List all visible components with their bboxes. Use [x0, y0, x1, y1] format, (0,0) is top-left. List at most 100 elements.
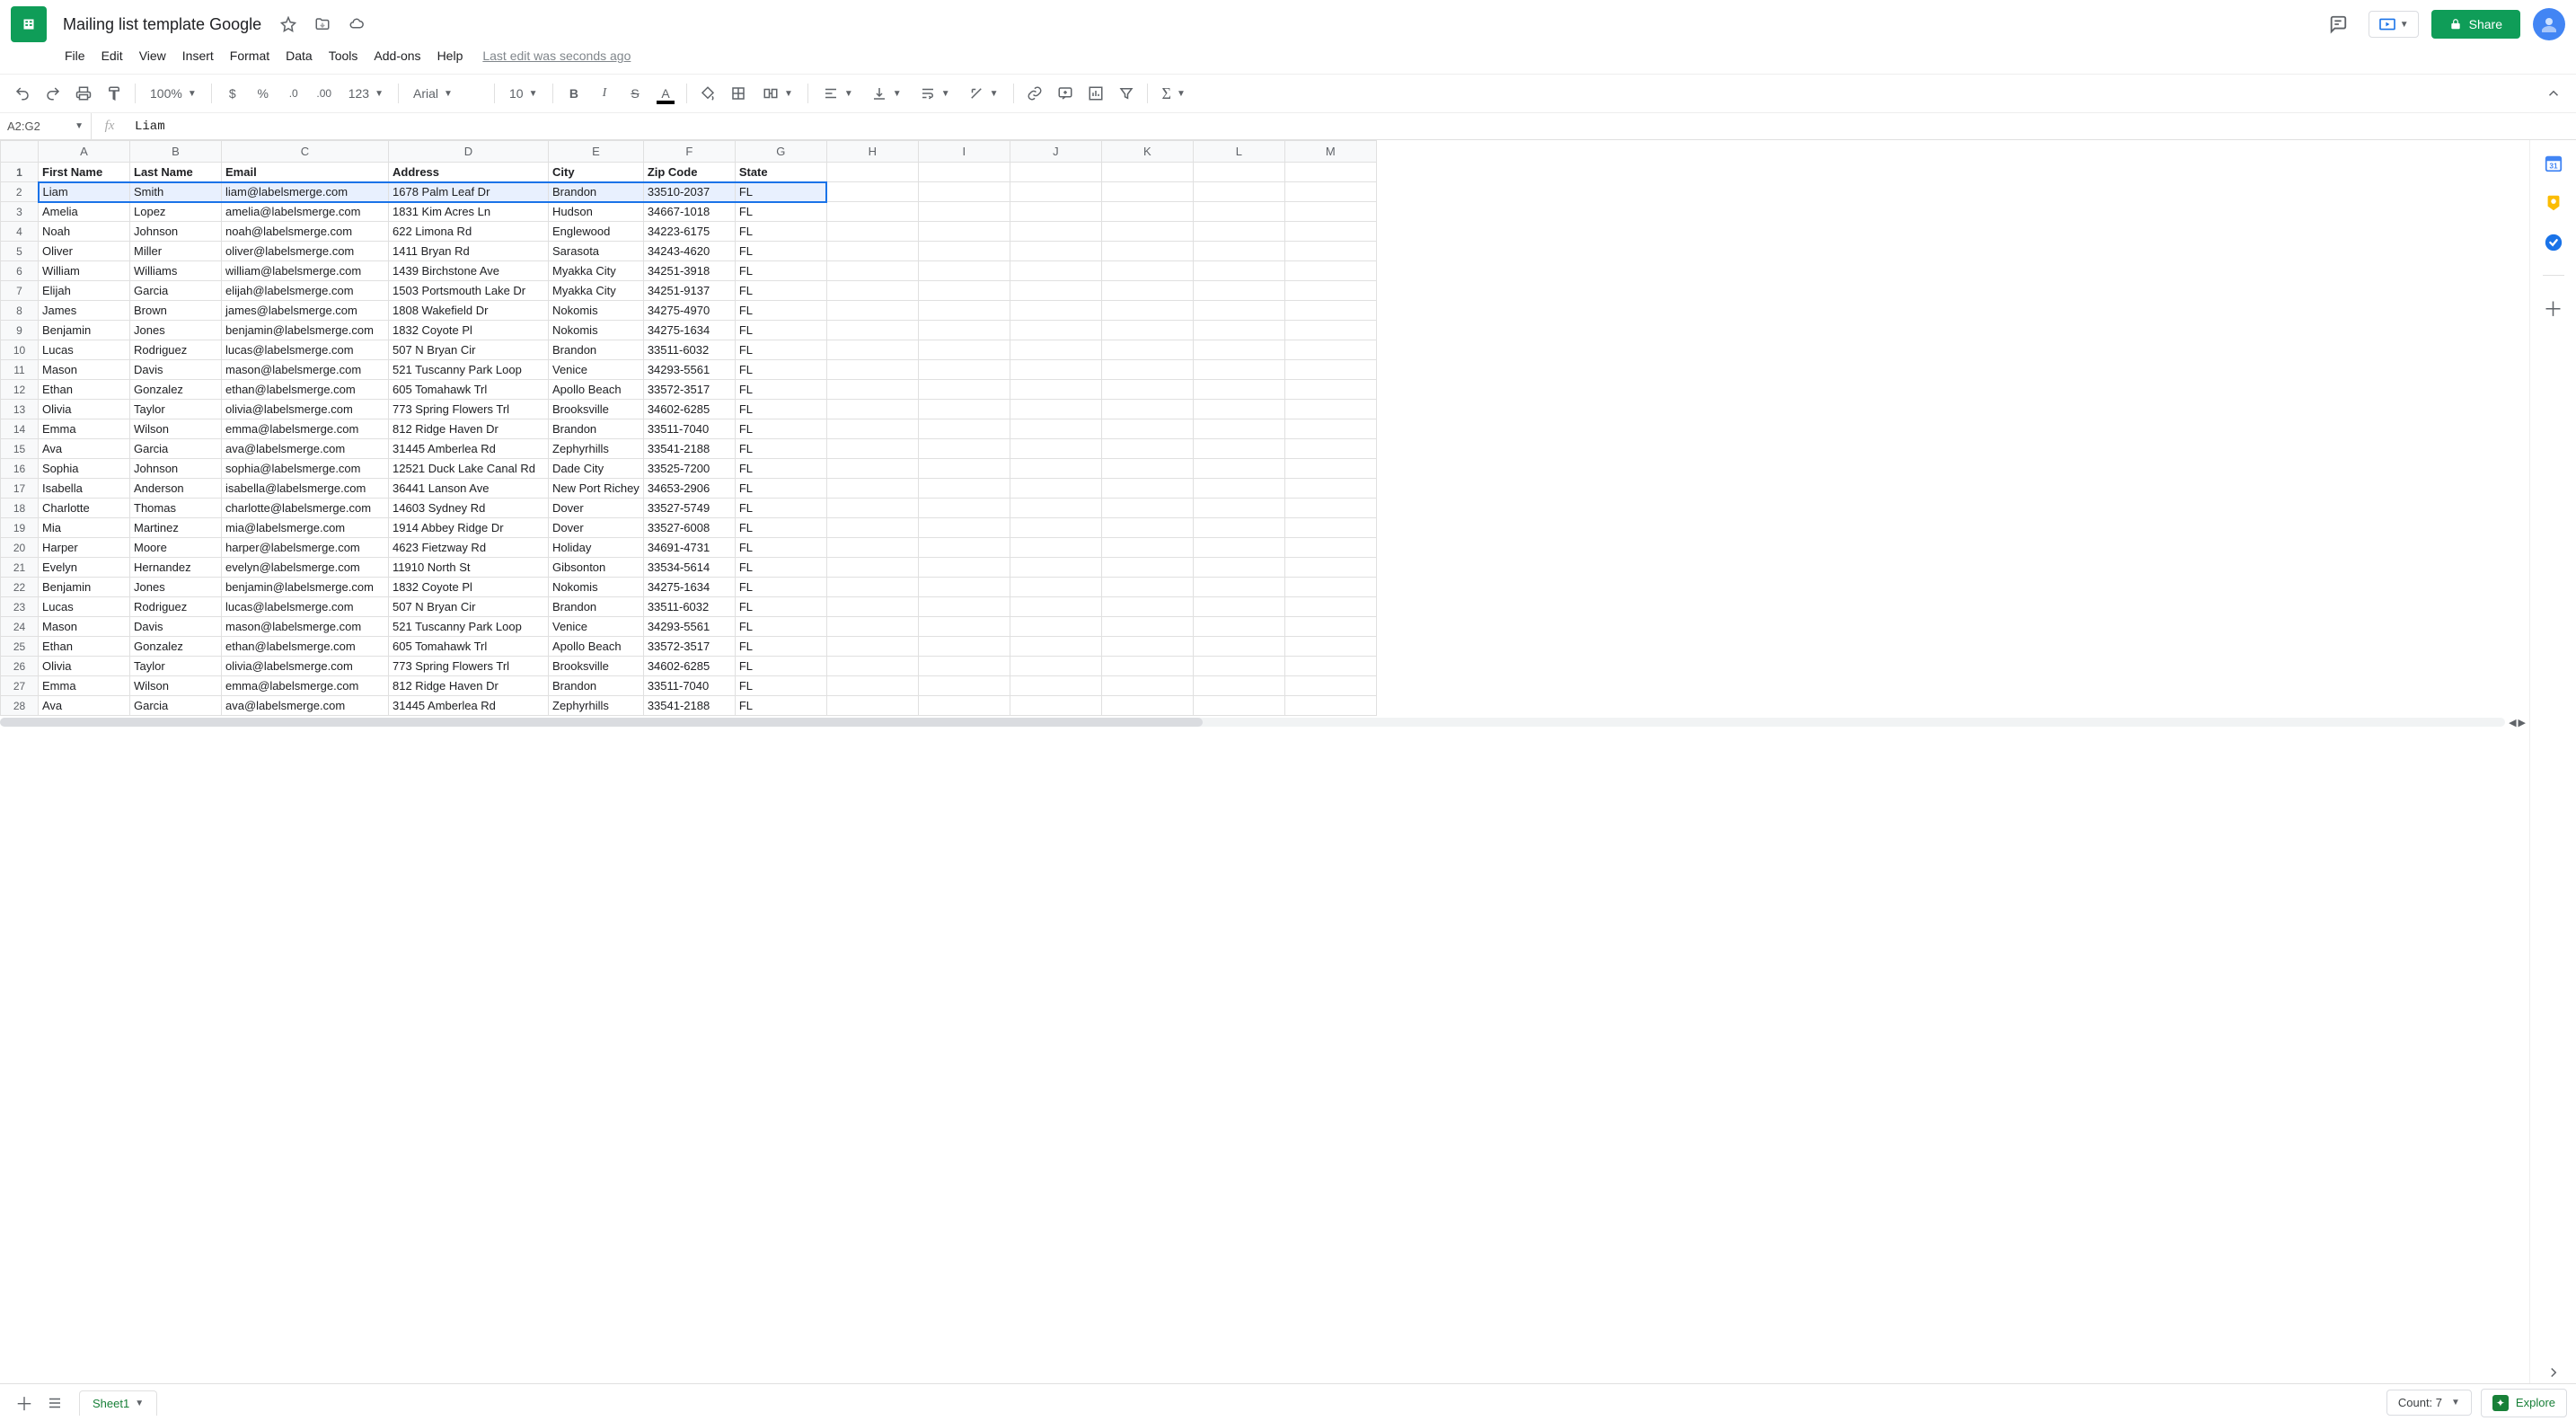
cell[interactable] [1284, 676, 1376, 696]
cell[interactable] [918, 321, 1010, 340]
borders-icon[interactable] [725, 80, 752, 107]
cell[interactable] [918, 578, 1010, 597]
cell[interactable] [1284, 182, 1376, 202]
cell[interactable] [826, 439, 918, 459]
row-header[interactable]: 21 [1, 558, 39, 578]
cell[interactable]: Isabella [39, 479, 130, 499]
cell[interactable] [826, 578, 918, 597]
cell[interactable]: 1831 Kim Acres Ln [389, 202, 549, 222]
row-header[interactable]: 6 [1, 261, 39, 281]
cell[interactable] [1010, 182, 1101, 202]
row-header[interactable]: 12 [1, 380, 39, 400]
cell[interactable]: benjamin@labelsmerge.com [222, 321, 389, 340]
cell[interactable] [1101, 261, 1193, 281]
cell[interactable]: FL [735, 696, 826, 716]
cell[interactable]: isabella@labelsmerge.com [222, 479, 389, 499]
cell[interactable]: 36441 Lanson Ave [389, 479, 549, 499]
rotate-select[interactable]: ▼ [961, 82, 1006, 105]
text-color-icon[interactable]: A [652, 80, 679, 107]
cell[interactable] [1284, 558, 1376, 578]
cell[interactable]: FL [735, 499, 826, 518]
formula-input[interactable]: Liam [128, 113, 2576, 139]
currency-icon[interactable]: $ [219, 80, 246, 107]
cell[interactable]: liam@labelsmerge.com [222, 182, 389, 202]
cell[interactable] [918, 400, 1010, 419]
cell[interactable] [1101, 637, 1193, 657]
cell[interactable]: Benjamin [39, 321, 130, 340]
cell[interactable] [826, 538, 918, 558]
cell[interactable] [1193, 499, 1284, 518]
cell[interactable] [918, 597, 1010, 617]
cell[interactable] [826, 202, 918, 222]
cell[interactable] [1101, 676, 1193, 696]
col-header-I[interactable]: I [918, 141, 1010, 163]
explore-button[interactable]: ✦ Explore [2481, 1389, 2567, 1417]
cell[interactable]: FL [735, 419, 826, 439]
cell[interactable]: Brandon [549, 419, 644, 439]
cell[interactable]: FL [735, 578, 826, 597]
cell[interactable]: Zip Code [643, 163, 735, 182]
cell[interactable] [1101, 400, 1193, 419]
cell[interactable] [1193, 597, 1284, 617]
cell[interactable] [826, 597, 918, 617]
cell[interactable] [826, 657, 918, 676]
cell[interactable]: 12521 Duck Lake Canal Rd [389, 459, 549, 479]
cell[interactable]: mason@labelsmerge.com [222, 360, 389, 380]
functions-select[interactable]: Σ▼ [1155, 81, 1193, 107]
cell[interactable] [1284, 380, 1376, 400]
cell[interactable] [1284, 340, 1376, 360]
cell[interactable]: 1832 Coyote Pl [389, 321, 549, 340]
cell[interactable]: 1411 Bryan Rd [389, 242, 549, 261]
menu-format[interactable]: Format [223, 45, 277, 66]
italic-icon[interactable]: I [591, 80, 618, 107]
font-select[interactable]: Arial▼ [406, 83, 487, 104]
cell[interactable]: Brandon [549, 597, 644, 617]
cell[interactable] [826, 301, 918, 321]
cell[interactable] [1284, 657, 1376, 676]
cell[interactable] [1010, 202, 1101, 222]
cell[interactable]: william@labelsmerge.com [222, 261, 389, 281]
insert-comment-icon[interactable] [1052, 80, 1079, 107]
cell[interactable] [1101, 301, 1193, 321]
cell[interactable]: FL [735, 538, 826, 558]
cell[interactable] [1101, 518, 1193, 538]
cell[interactable]: Last Name [130, 163, 222, 182]
cell[interactable] [918, 419, 1010, 439]
cell[interactable] [1193, 163, 1284, 182]
row-header[interactable]: 8 [1, 301, 39, 321]
calendar-icon[interactable]: 31 [2543, 153, 2564, 174]
cell[interactable] [918, 439, 1010, 459]
cell[interactable] [1010, 163, 1101, 182]
cell[interactable] [918, 340, 1010, 360]
cell[interactable] [918, 459, 1010, 479]
cell[interactable]: Hudson [549, 202, 644, 222]
cell[interactable] [1101, 597, 1193, 617]
cell[interactable] [1010, 518, 1101, 538]
row-header[interactable]: 24 [1, 617, 39, 637]
cell[interactable]: FL [735, 340, 826, 360]
cell[interactable] [1284, 321, 1376, 340]
cell[interactable] [1101, 202, 1193, 222]
menu-edit[interactable]: Edit [94, 45, 130, 66]
cell[interactable]: lucas@labelsmerge.com [222, 597, 389, 617]
row-header[interactable]: 22 [1, 578, 39, 597]
cell[interactable]: 33572-3517 [643, 380, 735, 400]
cell[interactable]: Sarasota [549, 242, 644, 261]
cell[interactable] [1193, 340, 1284, 360]
cell[interactable] [1284, 578, 1376, 597]
cell[interactable]: ethan@labelsmerge.com [222, 380, 389, 400]
cell[interactable]: Jones [130, 578, 222, 597]
cell[interactable]: FL [735, 637, 826, 657]
cell[interactable]: 1503 Portsmouth Lake Dr [389, 281, 549, 301]
cell[interactable]: 34602-6285 [643, 657, 735, 676]
cell[interactable]: Oliver [39, 242, 130, 261]
cell[interactable] [1101, 657, 1193, 676]
account-avatar[interactable] [2533, 8, 2565, 40]
cell[interactable] [1193, 419, 1284, 439]
cell[interactable]: Brandon [549, 182, 644, 202]
strikethrough-icon[interactable]: S [622, 80, 648, 107]
cell[interactable]: 14603 Sydney Rd [389, 499, 549, 518]
cell[interactable] [1193, 696, 1284, 716]
cell[interactable] [1284, 163, 1376, 182]
cell[interactable]: FL [735, 657, 826, 676]
